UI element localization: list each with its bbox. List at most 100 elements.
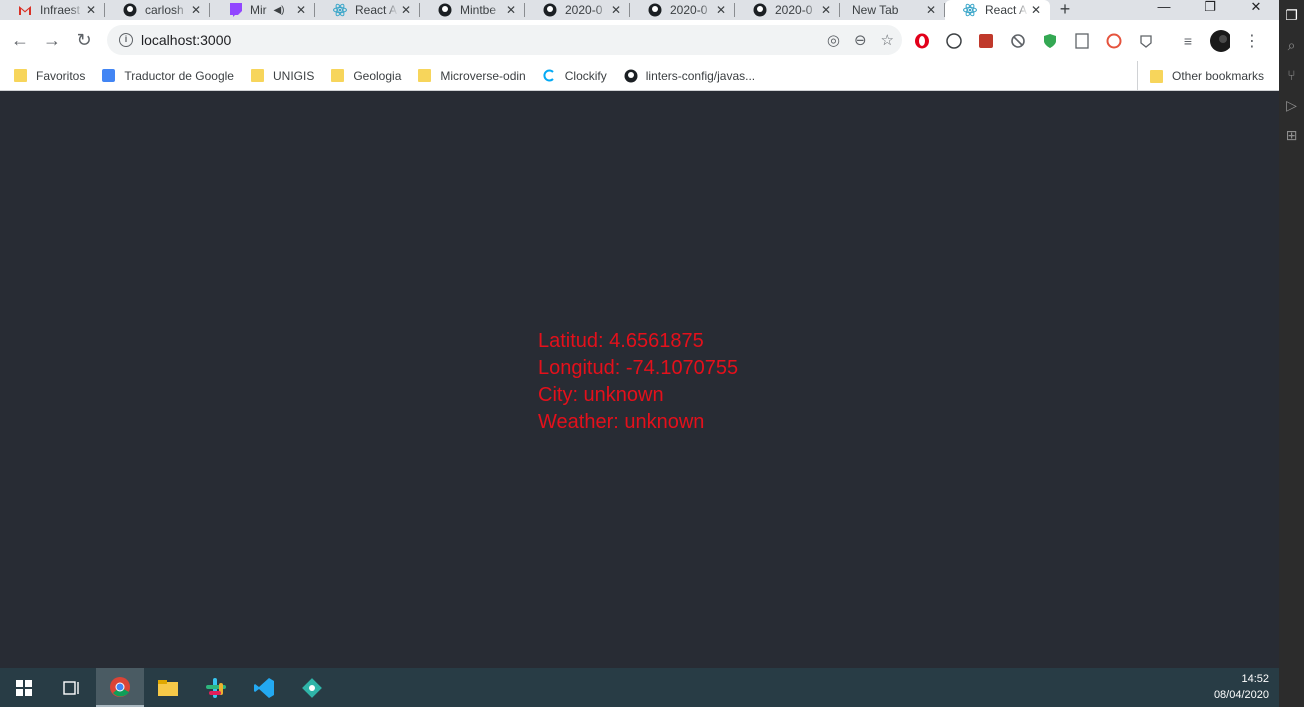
forward-icon[interactable]: → <box>36 25 68 57</box>
clock-date: 08/04/2020 <box>1213 689 1269 701</box>
close-icon[interactable]: ✕ <box>818 3 834 17</box>
tab-title: Mintbe <box>460 3 497 17</box>
avatar[interactable] <box>1210 29 1230 52</box>
google-translate-icon <box>102 69 116 82</box>
folder-icon <box>331 69 345 82</box>
close-window-icon[interactable]: ✕ <box>1233 0 1279 20</box>
media-queue-icon[interactable]: ≡ <box>1178 31 1198 51</box>
explorer-icon[interactable]: ❐ <box>1279 0 1304 30</box>
chrome-icon[interactable] <box>96 668 144 707</box>
bookmark-star-icon[interactable]: ☆ <box>881 31 894 49</box>
close-icon[interactable]: ✕ <box>923 3 939 17</box>
gitkraken-icon[interactable] <box>288 668 336 707</box>
bookmark-item[interactable]: Microverse-odin <box>418 68 526 83</box>
tab-title: Infraest <box>40 3 81 17</box>
tab-title: React A <box>355 3 398 17</box>
close-icon[interactable]: ✕ <box>293 3 309 17</box>
close-icon[interactable]: ✕ <box>608 3 624 17</box>
speaker-icon[interactable]: ◀) <box>271 5 287 16</box>
tab-title: 2020-0 <box>670 3 708 17</box>
bookmark-item[interactable]: Geologia <box>331 69 401 83</box>
tab-title: 2020-0 <box>775 3 813 17</box>
browser-tab[interactable]: Mir ◀) ✕ <box>210 0 315 20</box>
slack-icon[interactable] <box>192 668 240 707</box>
vscode-activity-strip: ❐ ⌕ ⑂ ▷ ⊞ <box>1279 0 1304 707</box>
close-icon[interactable]: ✕ <box>1028 3 1044 17</box>
omnibox-actions: ◎ ⊖ ☆ <box>827 25 894 55</box>
new-tab-button[interactable]: + <box>1050 0 1080 20</box>
bookmark-item[interactable]: linters-config/javas... <box>624 69 755 83</box>
close-icon[interactable]: ✕ <box>188 3 204 17</box>
tab-title: React A <box>985 3 1028 17</box>
restore-icon[interactable]: ❐ <box>1187 0 1233 20</box>
run-debug-icon[interactable]: ▷ <box>1279 90 1304 120</box>
bookmark-label: UNIGIS <box>272 68 315 83</box>
extensions-icon[interactable]: ⊞ <box>1279 120 1304 150</box>
close-icon[interactable]: ✕ <box>713 3 729 17</box>
address-bar[interactable]: i localhost:3000 ◎ ⊖ ☆ <box>107 25 902 55</box>
browser-tab[interactable]: carlosh ✕ <box>105 0 210 20</box>
document-icon[interactable] <box>1072 31 1092 51</box>
menu-icon[interactable]: ⋮ <box>1242 31 1262 51</box>
city-text: City: unknown <box>538 384 664 406</box>
opera-extension-icon[interactable] <box>912 31 932 51</box>
bookmark-item[interactable]: Clockify <box>543 69 607 83</box>
block-icon[interactable] <box>1008 31 1028 51</box>
source-control-icon[interactable]: ⑂ <box>1279 60 1304 90</box>
start-icon[interactable] <box>0 668 48 707</box>
bookmark-label: Clockify <box>564 68 607 83</box>
react-icon <box>963 3 977 17</box>
shield-icon[interactable] <box>1040 31 1060 51</box>
bookmark-item[interactable]: UNIGIS <box>250 68 315 83</box>
browser-tab[interactable]: 2020-0 ✕ <box>630 0 735 20</box>
github-icon <box>543 3 557 17</box>
extension-icon[interactable] <box>1104 31 1124 51</box>
back-icon[interactable]: ← <box>4 25 36 57</box>
reload-icon[interactable]: ↻ <box>68 25 100 57</box>
file-explorer-icon[interactable] <box>144 668 192 707</box>
extension-icon[interactable] <box>1136 31 1156 51</box>
browser-tab[interactable]: New Tab ✕ <box>840 0 945 20</box>
github-icon <box>438 3 452 17</box>
location-icon[interactable]: ◎ <box>827 31 840 49</box>
folder-icon <box>14 69 27 82</box>
folder-icon <box>418 69 432 82</box>
browser-tab[interactable]: 2020-0 ✕ <box>525 0 630 20</box>
info-icon[interactable]: i <box>119 33 133 47</box>
longitude-text: Longitud: -74.1070755 <box>538 357 739 379</box>
bookmark-label: Favoritos <box>36 68 86 83</box>
bookmark-item[interactable]: Favoritos <box>14 69 85 83</box>
browser-tab[interactable]: Mintbe ✕ <box>420 0 525 20</box>
zoom-icon[interactable]: ⊖ <box>854 31 867 49</box>
browser-tab[interactable]: 2020-0 ✕ <box>735 0 840 20</box>
tab-title: 2020-0 <box>565 3 603 17</box>
weather-info: Latitud: 4.6561875 Longitud: -74.1070755… <box>538 328 738 436</box>
minimize-icon[interactable]: — <box>1141 0 1187 20</box>
close-icon[interactable]: ✕ <box>503 3 519 17</box>
close-icon[interactable]: ✕ <box>398 3 414 17</box>
url-text[interactable]: localhost:3000 <box>141 32 231 48</box>
system-clock[interactable]: 14:52 08/04/2020 <box>1214 671 1269 703</box>
latitude-text: Latitud: 4.6561875 <box>538 330 704 352</box>
search-icon[interactable]: ⌕ <box>1279 30 1304 60</box>
bookmark-label: Traductor de Google <box>124 68 234 83</box>
close-icon[interactable]: ✕ <box>83 3 99 17</box>
extension-icon[interactable] <box>976 31 996 51</box>
task-view-icon[interactable] <box>48 668 96 707</box>
bookmark-label: Microverse-odin <box>440 68 526 83</box>
github-icon <box>648 3 662 17</box>
extension-icon[interactable] <box>944 31 964 51</box>
bookmark-label: Other bookmarks <box>1172 69 1265 83</box>
page-content: Latitud: 4.6561875 Longitud: -74.1070755… <box>0 92 1279 668</box>
browser-tab[interactable]: React A ✕ <box>315 0 420 20</box>
tab-strip: Infraest ✕ carlosh ✕ Mir ◀) ✕ React A ✕ … <box>0 0 1279 20</box>
browser-tab[interactable]: Infraest ✕ <box>0 0 105 20</box>
other-bookmarks[interactable]: Other bookmarks <box>1137 61 1279 91</box>
extensions-area: ≡ ⋮ <box>912 20 1262 61</box>
browser-tab-active[interactable]: React A ✕ <box>945 0 1050 20</box>
vscode-icon[interactable] <box>240 668 288 707</box>
github-icon <box>123 3 137 17</box>
bookmark-item[interactable]: Traductor de Google <box>102 69 234 83</box>
tab-title: carlosh <box>145 3 184 17</box>
taskbar: 14:52 08/04/2020 <box>0 668 1279 707</box>
